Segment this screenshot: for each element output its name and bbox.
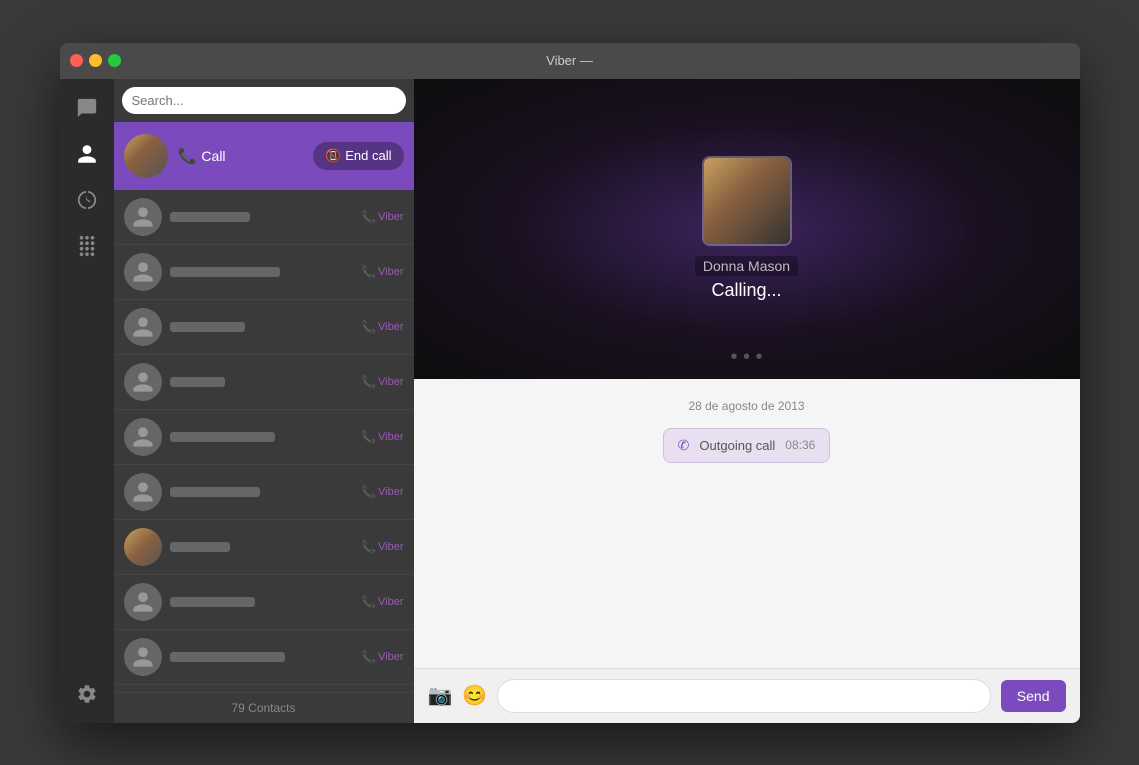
call-actions: 📞 Call 📵 End call bbox=[178, 142, 404, 170]
sidebar bbox=[60, 79, 114, 723]
contact-info bbox=[170, 542, 362, 552]
contact-name-bar bbox=[170, 322, 362, 332]
list-item[interactable]: 📞Viber bbox=[114, 465, 414, 520]
sidebar-item-contacts[interactable] bbox=[66, 133, 108, 175]
close-button[interactable] bbox=[70, 54, 83, 67]
calling-panel: Donna Mason Calling... • • • bbox=[414, 79, 1080, 379]
avatar bbox=[124, 528, 162, 566]
call-record-time: 08:36 bbox=[785, 438, 815, 452]
avatar bbox=[124, 638, 162, 676]
end-call-icon: 📵 bbox=[325, 148, 341, 164]
contact-name-bar bbox=[170, 487, 362, 497]
list-item[interactable]: 📞Viber bbox=[114, 190, 414, 245]
avatar bbox=[124, 198, 162, 236]
message-input[interactable] bbox=[497, 679, 990, 713]
contact-name-bar bbox=[170, 212, 362, 222]
maximize-button[interactable] bbox=[108, 54, 121, 67]
contact-name-bar bbox=[170, 597, 362, 607]
list-item[interactable]: 📞Viber bbox=[114, 355, 414, 410]
contact-info bbox=[170, 487, 362, 497]
contact-name-bar bbox=[170, 377, 362, 387]
titlebar: Viber — bbox=[60, 43, 1080, 79]
contact-name-bar bbox=[170, 652, 362, 662]
minimize-button[interactable] bbox=[89, 54, 102, 67]
sidebar-item-settings[interactable] bbox=[66, 673, 108, 715]
contact-info bbox=[170, 267, 362, 277]
avatar bbox=[124, 473, 162, 511]
call-record-icon: ✆ bbox=[678, 437, 690, 454]
contact-info bbox=[170, 652, 362, 662]
send-button[interactable]: Send bbox=[1001, 680, 1066, 712]
contact-viber-label: 📞Viber bbox=[361, 595, 403, 609]
sidebar-item-messages[interactable] bbox=[66, 87, 108, 129]
contact-viber-label: 📞Viber bbox=[361, 210, 403, 224]
chat-input-area: 📷 😊 Send bbox=[414, 668, 1080, 723]
chat-date: 28 de agosto de 2013 bbox=[688, 399, 804, 413]
contact-info bbox=[170, 377, 362, 387]
dots-separator: • • • bbox=[730, 346, 762, 369]
list-item[interactable]: 📞Viber bbox=[114, 685, 414, 692]
end-call-button[interactable]: 📵 End call bbox=[313, 142, 403, 170]
list-item[interactable]: 📞Viber bbox=[114, 630, 414, 685]
chat-area: Donna Mason Calling... • • • 28 de agost… bbox=[414, 79, 1080, 723]
contact-list: 📞Viber 📞Viber 📞Viber 📞Viber 📞Viber 📞Viber 📞Vib… bbox=[114, 190, 414, 692]
avatar bbox=[124, 363, 162, 401]
list-item[interactable]: 📞Viber bbox=[114, 520, 414, 575]
contact-viber-label: 📞Viber bbox=[361, 485, 403, 499]
search-bar bbox=[114, 79, 414, 122]
contact-name-bar bbox=[170, 267, 362, 277]
search-input[interactable] bbox=[122, 87, 406, 114]
sidebar-item-recents[interactable] bbox=[66, 179, 108, 221]
phone-icon: 📞 bbox=[178, 146, 198, 166]
app-window: Viber — bbox=[60, 43, 1080, 723]
contacts-count: 79 Contacts bbox=[231, 701, 295, 715]
traffic-lights bbox=[70, 54, 121, 67]
calling-status: Calling... bbox=[711, 280, 781, 301]
contacts-footer: 79 Contacts bbox=[114, 692, 414, 723]
contact-viber-label: 📞Viber bbox=[361, 430, 403, 444]
call-button[interactable]: 📞 Call bbox=[178, 146, 226, 166]
call-label: Call bbox=[201, 148, 225, 164]
end-call-label: End call bbox=[345, 148, 391, 163]
contact-info bbox=[170, 212, 362, 222]
contact-viber-label: 📞Viber bbox=[361, 265, 403, 279]
contact-viber-label: 📞Viber bbox=[361, 375, 403, 389]
contacts-panel: 📞 Call 📵 End call 📞Viber📞Viber📞Viber📞Vib… bbox=[114, 79, 414, 723]
active-call-contact[interactable]: 📞 Call 📵 End call bbox=[114, 122, 414, 190]
avatar bbox=[124, 308, 162, 346]
list-item[interactable]: 📞Viber bbox=[114, 410, 414, 465]
contact-name-bar bbox=[170, 542, 362, 552]
contact-viber-label: 📞Viber bbox=[361, 320, 403, 334]
calling-avatar-image bbox=[704, 158, 790, 244]
avatar bbox=[124, 583, 162, 621]
emoji-icon[interactable]: 😊 bbox=[462, 683, 487, 708]
active-contact-avatar bbox=[124, 134, 168, 178]
avatar bbox=[124, 418, 162, 456]
chat-messages: 28 de agosto de 2013 ✆ Outgoing call 08:… bbox=[414, 379, 1080, 668]
app-body: 📞 Call 📵 End call 📞Viber📞Viber📞Viber📞Vib… bbox=[60, 79, 1080, 723]
list-item[interactable]: 📞Viber bbox=[114, 575, 414, 630]
window-title: Viber — bbox=[546, 53, 593, 68]
camera-icon[interactable]: 📷 bbox=[428, 683, 453, 708]
list-item[interactable]: 📞Viber bbox=[114, 245, 414, 300]
call-record-label: Outgoing call bbox=[699, 438, 775, 453]
contact-name-bar bbox=[170, 432, 362, 442]
contact-info bbox=[170, 597, 362, 607]
calling-avatar bbox=[702, 156, 792, 246]
sidebar-item-dialpad[interactable] bbox=[66, 225, 108, 267]
call-record: ✆ Outgoing call 08:36 bbox=[663, 428, 831, 463]
contact-viber-label: 📞Viber bbox=[361, 650, 403, 664]
calling-name: Donna Mason bbox=[695, 256, 798, 276]
avatar bbox=[124, 253, 162, 291]
contact-info bbox=[170, 322, 362, 332]
contact-info bbox=[170, 432, 362, 442]
contact-viber-label: 📞Viber bbox=[361, 540, 403, 554]
list-item[interactable]: 📞Viber bbox=[114, 300, 414, 355]
